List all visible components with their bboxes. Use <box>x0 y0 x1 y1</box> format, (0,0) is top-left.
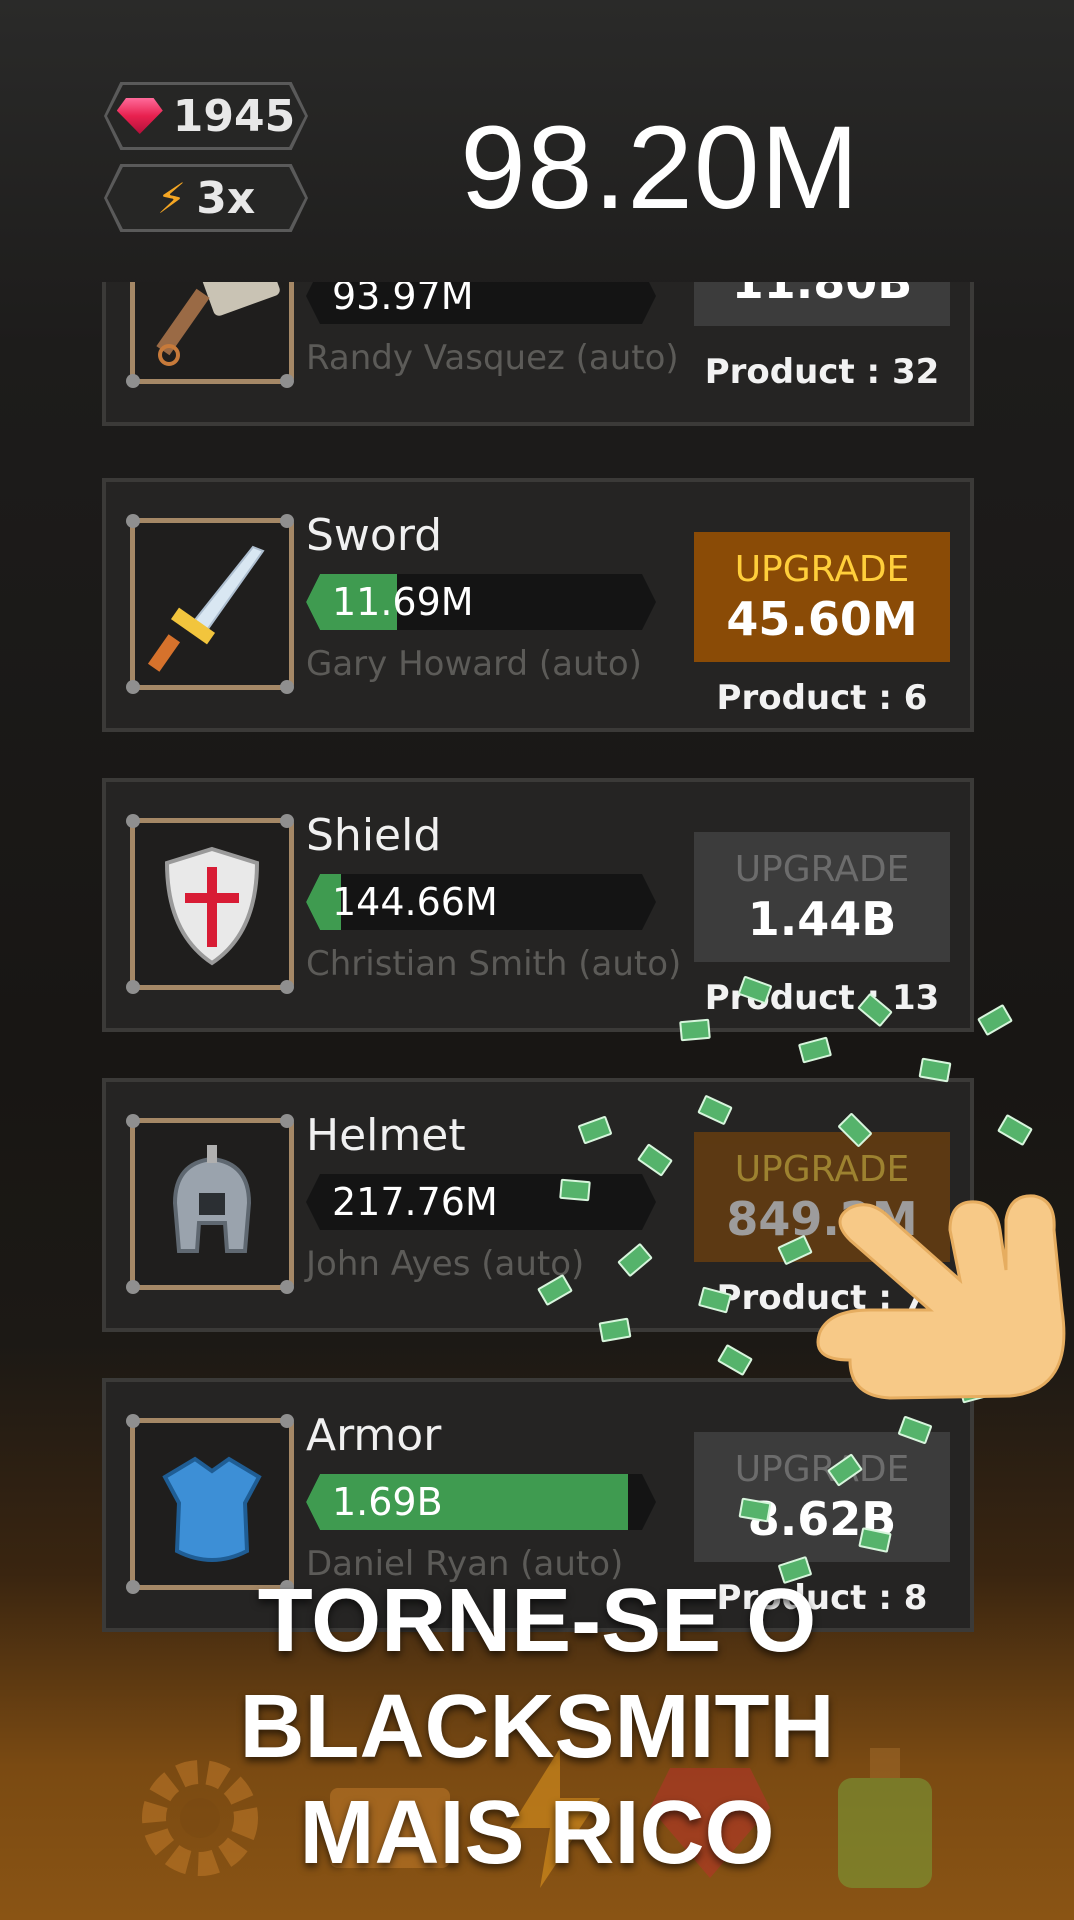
worker-name: John Ayes (auto) <box>306 1244 585 1284</box>
upgrade-label: UPGRADE <box>734 848 910 890</box>
item-frame <box>126 1114 294 1294</box>
armor-icon <box>162 1456 262 1562</box>
upgrade-button[interactable]: UPGRADE 8.62B <box>694 1432 950 1562</box>
multiplier-value: 3x <box>196 172 256 224</box>
hammer-icon <box>156 282 280 366</box>
total-money: 98.20M <box>460 102 860 234</box>
tap-hand-icon <box>816 1194 1066 1400</box>
bar-value: 93.97M <box>332 282 474 318</box>
gems-value: 1945 <box>172 90 296 142</box>
multiplier-badge[interactable]: ⚡ 3x <box>104 164 308 232</box>
helmet-icon <box>172 1145 252 1253</box>
upgrade-button[interactable]: UPGRADE 1.44B <box>694 832 950 962</box>
bar-value: 144.66M <box>332 880 498 924</box>
item-card-hammer: 93.97M Randy Vasquez (auto) 11.80B Produ… <box>102 282 974 426</box>
promo-line-2: BLACKSMITH <box>239 1677 835 1777</box>
worker-name: Gary Howard (auto) <box>306 644 642 684</box>
product-count: Product : 6 <box>716 678 928 718</box>
bar-value: 1.69B <box>332 1480 443 1524</box>
upgrade-cost: 45.60M <box>726 591 918 646</box>
product-count: Product : 32 <box>704 352 940 392</box>
bar-value: 11.69M <box>332 580 474 624</box>
item-name: Helmet <box>306 1110 466 1161</box>
bolt-icon: ⚡ <box>156 173 187 223</box>
item-card-sword: Sword 11.69M Gary Howard (auto) UPGRADE … <box>102 478 974 732</box>
progress-bar: 1.69B <box>306 1474 656 1530</box>
progress-bar: 144.66M <box>306 874 656 930</box>
item-name: Armor <box>306 1410 442 1461</box>
product-count: Product : 13 <box>704 978 940 1018</box>
progress-bar: 217.76M <box>306 1174 656 1230</box>
sword-icon <box>147 545 265 672</box>
worker-name: Randy Vasquez (auto) <box>306 338 679 378</box>
promo-line-3: MAIS RICO <box>299 1783 775 1883</box>
upgrade-cost: 1.44B <box>747 891 897 946</box>
gem-icon <box>116 98 163 134</box>
upgrade-label: UPGRADE <box>734 1448 910 1490</box>
upgrade-button[interactable]: UPGRADE 45.60M <box>694 532 950 662</box>
item-name: Sword <box>306 510 443 561</box>
item-card-shield: Shield 144.66M Christian Smith (auto) UP… <box>102 778 974 1032</box>
item-frame <box>126 282 294 388</box>
shield-icon <box>164 846 260 966</box>
upgrade-cost: 11.80B <box>731 282 913 309</box>
item-frame <box>126 814 294 994</box>
promo-line-1: TORNE-SE O <box>257 1571 817 1671</box>
promo-headline: TORNE-SE O BLACKSMITH MAIS RICO <box>0 1568 1074 1886</box>
item-frame <box>126 514 294 694</box>
upgrade-button[interactable]: 11.80B <box>694 282 950 326</box>
upgrade-label: UPGRADE <box>734 548 910 590</box>
progress-bar: 11.69M <box>306 574 656 630</box>
progress-bar: 93.97M <box>306 282 656 324</box>
upgrade-cost: 8.62B <box>747 1491 897 1546</box>
item-name: Shield <box>306 810 442 861</box>
gems-counter[interactable]: 1945 <box>104 82 308 150</box>
worker-name: Christian Smith (auto) <box>306 944 682 984</box>
forge-list[interactable]: 93.97M Randy Vasquez (auto) 11.80B Produ… <box>0 282 1074 1682</box>
bar-value: 217.76M <box>332 1180 498 1224</box>
item-frame <box>126 1414 294 1594</box>
